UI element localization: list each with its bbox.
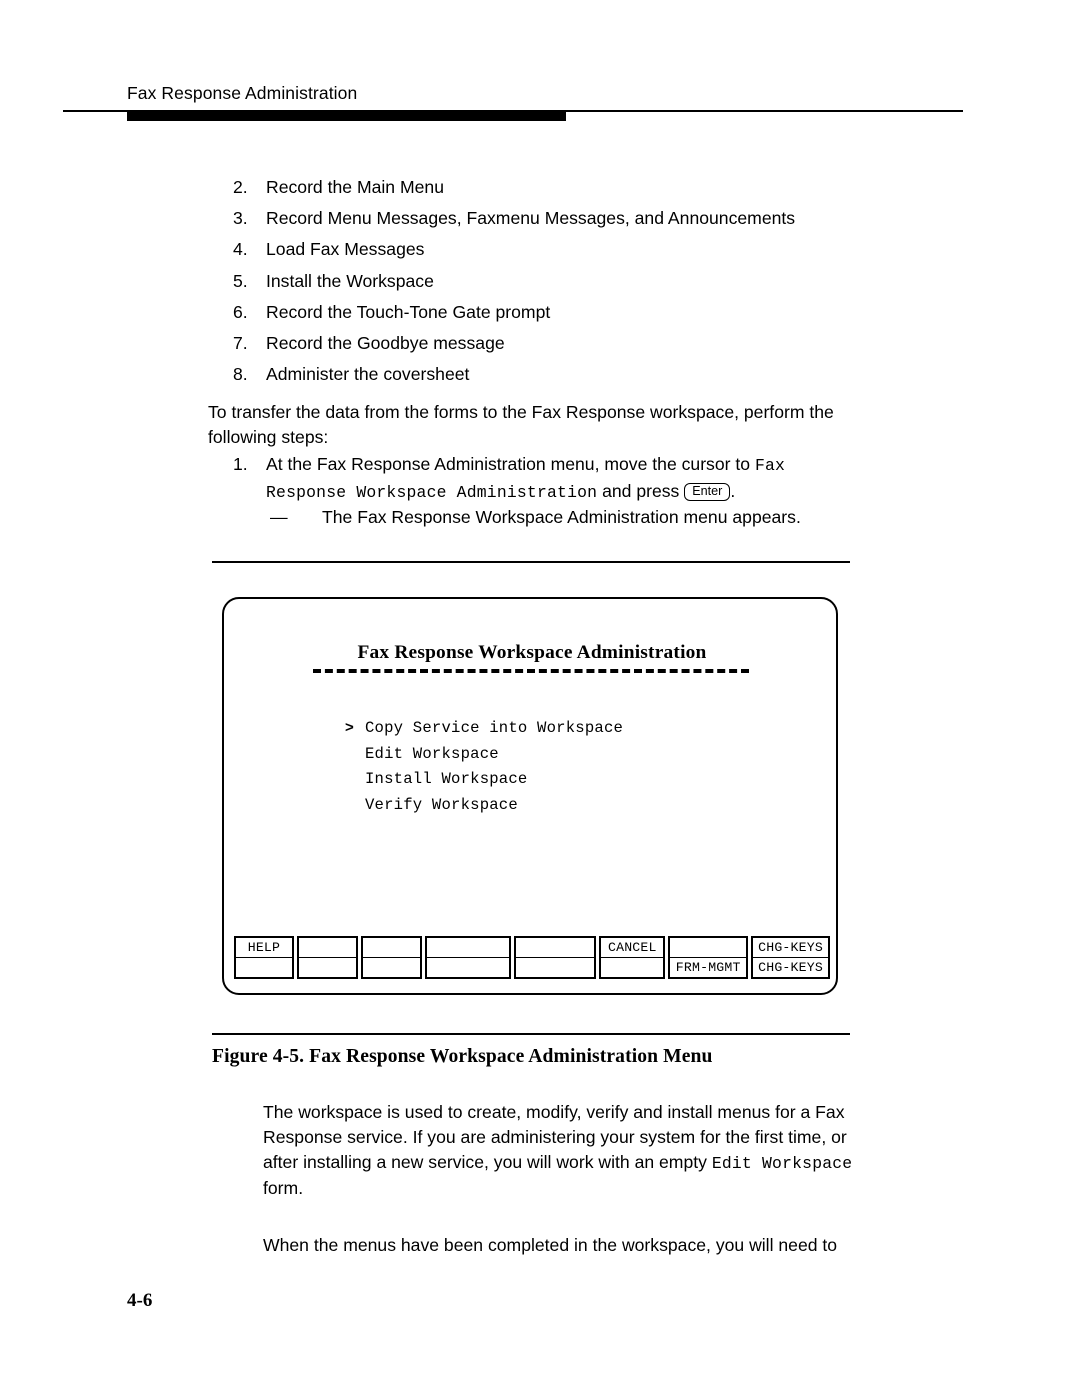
terminal-menu-item-install-workspace[interactable]: Install Workspace: [365, 767, 805, 793]
sub-bullet: — The Fax Response Workspace Administrati…: [270, 505, 801, 529]
list-marker: 5.: [233, 270, 248, 291]
function-key-1[interactable]: HELP: [234, 936, 294, 979]
function-key-bar: HELP CANCEL FRM-MGMT CHG-KEYS CHG-KEYS: [234, 936, 830, 979]
step-list: 1. At the Fax Response Administration me…: [233, 452, 873, 505]
running-header-title: Fax Response Administration: [127, 83, 358, 103]
paragraph-workspace-description: The workspace is used to create, modify,…: [263, 1100, 863, 1201]
sub-bullet-text: The Fax Response Workspace Administratio…: [322, 507, 801, 527]
function-key-bottom-label: FRM-MGMT: [675, 960, 741, 975]
list-marker: 8.: [233, 364, 248, 385]
paragraph-mono-edit-workspace: Edit Workspace: [711, 1153, 853, 1173]
list-item: 3. Record Menu Messages, Faxmenu Message…: [233, 203, 873, 234]
terminal-title: Fax Response Workspace Administration: [357, 642, 707, 663]
list-marker: 2.: [233, 177, 248, 197]
terminal-menu-item-edit-workspace[interactable]: Edit Workspace: [365, 742, 805, 768]
list-marker: 3.: [233, 208, 248, 229]
function-key-bottom-label: [236, 958, 292, 977]
function-key-top-label: [298, 938, 356, 958]
step-text-part2: and press: [597, 480, 685, 501]
terminal-menu-item-copy-service[interactable]: > Copy Service into Workspace: [345, 716, 805, 742]
list-item: 4. Load Fax Messages: [233, 234, 873, 265]
function-key-5[interactable]: [513, 936, 597, 979]
terminal-menu-item-label: Verify Workspace: [365, 795, 518, 814]
em-dash-marker: —: [270, 507, 288, 527]
step-mono-fax: Fax: [754, 456, 786, 475]
function-key-4[interactable]: [424, 936, 511, 979]
header-black-bar: [127, 112, 566, 121]
terminal-menu-item-label: Copy Service into Workspace: [365, 719, 624, 737]
page-number: 4-6: [127, 1290, 153, 1311]
intro-paragraph: To transfer the data from the forms to t…: [208, 402, 834, 447]
step-marker: 1.: [233, 454, 248, 474]
function-key-3[interactable]: [360, 936, 422, 979]
list-text: Record the Main Menu: [266, 177, 444, 197]
enter-key-badge: Enter: [684, 482, 731, 501]
function-key-bottom-label: [427, 958, 509, 977]
terminal-menu-item-label: Install Workspace: [365, 770, 528, 789]
list-item: 2. Record the Main Menu: [233, 172, 873, 203]
function-key-bottom-label: CHG-KEYS: [758, 960, 824, 975]
step-mono-menu-path: Response Workspace Administration: [266, 482, 598, 502]
terminal-title-divider: [313, 669, 749, 673]
paragraph-menus-completed: When the menus have been completed in th…: [263, 1235, 838, 1255]
terminal-menu-item-label: Edit Workspace: [365, 744, 499, 763]
function-key-top-label: [670, 938, 747, 958]
terminal-menu-item-verify-workspace[interactable]: Verify Workspace: [365, 793, 805, 819]
step-text-part1: At the Fax Response Administration menu,…: [266, 454, 755, 474]
function-key-2[interactable]: [296, 936, 358, 979]
figure-caption: Figure 4-5. Fax Response Workspace Admin…: [212, 1046, 713, 1067]
list-text: Load Fax Messages: [266, 239, 425, 260]
function-key-top-label: [426, 938, 509, 958]
terminal-screen: Fax Response Workspace Administration > …: [222, 597, 838, 995]
function-key-top-label: CHG-KEYS: [753, 938, 828, 958]
step-text-part3: .: [730, 480, 736, 501]
cursor-arrow-icon: >: [345, 719, 354, 736]
function-key-7-frm-mgmt[interactable]: FRM-MGMT: [668, 936, 749, 979]
list-text: Record Menu Messages, Faxmenu Messages, …: [266, 208, 796, 229]
function-key-bottom-label: [299, 958, 356, 977]
list-marker: 4.: [233, 239, 248, 260]
list-marker: 6.: [233, 301, 248, 322]
terminal-menu-list: > Copy Service into Workspace Edit Works…: [345, 716, 805, 819]
step-item-1: 1. At the Fax Response Administration me…: [233, 452, 873, 505]
numbered-list: 2. Record the Main Menu 3. Record Menu M…: [233, 172, 873, 390]
list-text: Administer the coversheet: [266, 364, 470, 385]
list-item: 6. Record the Touch-Tone Gate prompt: [233, 297, 873, 328]
function-key-bottom-label: [516, 958, 595, 977]
function-key-bottom-label: [363, 958, 420, 977]
list-text: Record the Touch-Tone Gate prompt: [266, 301, 551, 322]
function-key-top-label: CANCEL: [601, 938, 664, 958]
figure-top-rule: [212, 561, 850, 564]
figure-bottom-rule: [212, 1033, 850, 1036]
function-key-top-label: [515, 938, 595, 958]
paragraph-text-part2: form.: [263, 1178, 304, 1199]
list-item: 8. Administer the coversheet: [233, 359, 873, 390]
list-item: 5. Install the Workspace: [233, 266, 873, 297]
list-marker: 7.: [233, 333, 248, 354]
list-text: Install the Workspace: [266, 270, 434, 291]
function-key-8-chg-keys[interactable]: CHG-KEYS CHG-KEYS: [751, 936, 830, 979]
function-key-top-label: HELP: [236, 938, 292, 958]
function-key-top-label: [362, 938, 420, 958]
list-item: 7. Record the Goodbye message: [233, 328, 873, 359]
function-key-6-cancel[interactable]: CANCEL: [599, 936, 666, 979]
list-text: Record the Goodbye message: [266, 333, 505, 354]
function-key-bottom-label: [601, 958, 663, 977]
